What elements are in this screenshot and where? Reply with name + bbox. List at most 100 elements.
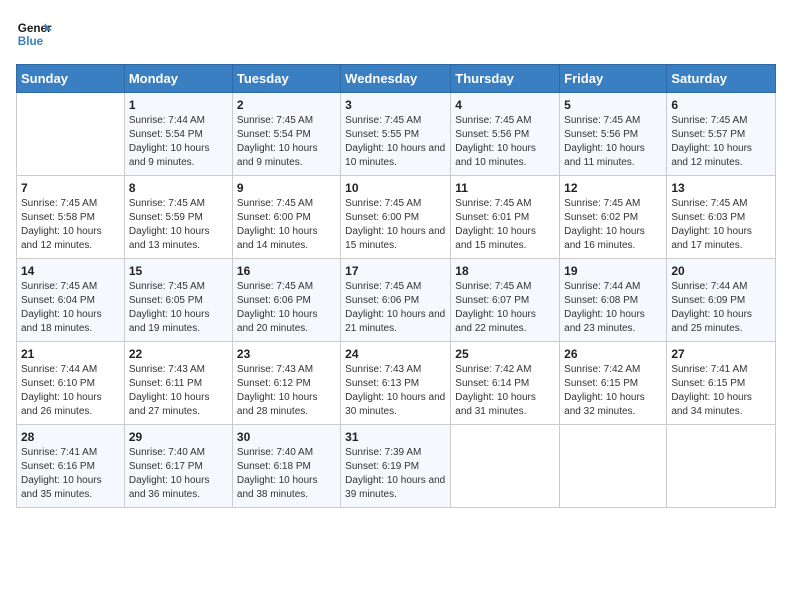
day-number: 12 [564, 181, 662, 195]
day-info: Sunrise: 7:44 AMSunset: 6:10 PMDaylight:… [21, 363, 120, 419]
day-info: Sunrise: 7:45 AMSunset: 5:56 PMDaylight:… [455, 114, 555, 170]
table-row: 12Sunrise: 7:45 AMSunset: 6:02 PMDayligh… [560, 176, 667, 259]
table-row: 24 Sunrise: 7:43 AMSunset: 6:13 PMDayligh… [341, 342, 451, 425]
day-number: 9 [237, 181, 336, 195]
day-number: 13 [671, 181, 771, 195]
table-row: 31 Sunrise: 7:39 AMSunset: 6:19 PMDayligh… [341, 425, 451, 508]
day-info: Sunrise: 7:45 AMSunset: 6:00 PMDaylight:… [237, 197, 336, 253]
logo-icon: General Blue [16, 16, 52, 52]
day-info: Sunrise: 7:40 AMSunset: 6:17 PMDaylight:… [129, 446, 228, 502]
day-number: 1 [129, 98, 228, 112]
day-info: Sunrise: 7:45 AMSunset: 6:05 PMDaylight:… [129, 280, 228, 336]
table-row: 16 Sunrise: 7:45 AMSunset: 6:06 PMDayligh… [232, 259, 340, 342]
table-row: 14 Sunrise: 7:45 AMSunset: 6:04 PMDayligh… [17, 259, 125, 342]
day-number: 14 [21, 264, 120, 278]
day-info: Sunrise: 7:41 AMSunset: 6:15 PMDaylight:… [671, 363, 771, 419]
header-friday: Friday [560, 65, 667, 93]
day-info: Sunrise: 7:45 AMSunset: 5:58 PMDaylight:… [21, 197, 120, 253]
day-number: 3 [345, 98, 446, 112]
table-row: 30Sunrise: 7:40 AMSunset: 6:18 PMDayligh… [232, 425, 340, 508]
day-info: Sunrise: 7:44 AMSunset: 5:54 PMDaylight:… [129, 114, 228, 170]
calendar-week-row: 21 Sunrise: 7:44 AMSunset: 6:10 PMDayligh… [17, 342, 776, 425]
table-row: 10 Sunrise: 7:45 AMSunset: 6:00 PMDayligh… [341, 176, 451, 259]
header-tuesday: Tuesday [232, 65, 340, 93]
table-row: 1 Sunrise: 7:44 AMSunset: 5:54 PMDaylight… [124, 93, 232, 176]
table-row: 9 Sunrise: 7:45 AMSunset: 6:00 PMDaylight… [232, 176, 340, 259]
day-info: Sunrise: 7:45 AMSunset: 6:00 PMDaylight:… [345, 197, 446, 253]
day-number: 5 [564, 98, 662, 112]
table-row: 3 Sunrise: 7:45 AMSunset: 5:55 PMDaylight… [341, 93, 451, 176]
day-number: 8 [129, 181, 228, 195]
day-number: 23 [237, 347, 336, 361]
day-info: Sunrise: 7:45 AMSunset: 5:55 PMDaylight:… [345, 114, 446, 170]
day-number: 4 [455, 98, 555, 112]
header: General Blue [16, 16, 776, 52]
header-sunday: Sunday [17, 65, 125, 93]
table-row: 17 Sunrise: 7:45 AMSunset: 6:06 PMDayligh… [341, 259, 451, 342]
day-info: Sunrise: 7:44 AMSunset: 6:09 PMDaylight:… [671, 280, 771, 336]
day-info: Sunrise: 7:43 AMSunset: 6:12 PMDaylight:… [237, 363, 336, 419]
table-row: 21 Sunrise: 7:44 AMSunset: 6:10 PMDayligh… [17, 342, 125, 425]
table-row: 19 Sunrise: 7:44 AMSunset: 6:08 PMDayligh… [560, 259, 667, 342]
day-info: Sunrise: 7:39 AMSunset: 6:19 PMDaylight:… [345, 446, 446, 502]
header-monday: Monday [124, 65, 232, 93]
calendar-week-row: 28 Sunrise: 7:41 AMSunset: 6:16 PMDayligh… [17, 425, 776, 508]
day-info: Sunrise: 7:45 AMSunset: 6:01 PMDaylight:… [455, 197, 555, 253]
day-info: Sunrise: 7:45 AMSunset: 6:06 PMDaylight:… [237, 280, 336, 336]
table-row: 26Sunrise: 7:42 AMSunset: 6:15 PMDayligh… [560, 342, 667, 425]
weekday-header-row: Sunday Monday Tuesday Wednesday Thursday… [17, 65, 776, 93]
day-number: 30 [237, 430, 336, 444]
day-info: Sunrise: 7:42 AMSunset: 6:14 PMDaylight:… [455, 363, 555, 419]
header-wednesday: Wednesday [341, 65, 451, 93]
logo: General Blue [16, 16, 58, 52]
day-info: Sunrise: 7:45 AMSunset: 6:06 PMDaylight:… [345, 280, 446, 336]
day-number: 27 [671, 347, 771, 361]
day-info: Sunrise: 7:43 AMSunset: 6:11 PMDaylight:… [129, 363, 228, 419]
svg-text:Blue: Blue [18, 35, 44, 48]
header-thursday: Thursday [451, 65, 560, 93]
day-number: 2 [237, 98, 336, 112]
day-number: 28 [21, 430, 120, 444]
table-row: 15Sunrise: 7:45 AMSunset: 6:05 PMDayligh… [124, 259, 232, 342]
calendar-table: Sunday Monday Tuesday Wednesday Thursday… [16, 64, 776, 508]
day-info: Sunrise: 7:45 AMSunset: 6:07 PMDaylight:… [455, 280, 555, 336]
day-number: 10 [345, 181, 446, 195]
day-info: Sunrise: 7:45 AMSunset: 6:04 PMDaylight:… [21, 280, 120, 336]
day-number: 29 [129, 430, 228, 444]
table-row: 13 Sunrise: 7:45 AMSunset: 6:03 PMDayligh… [667, 176, 776, 259]
day-number: 31 [345, 430, 446, 444]
table-row [17, 93, 125, 176]
table-row: 20Sunrise: 7:44 AMSunset: 6:09 PMDayligh… [667, 259, 776, 342]
day-number: 19 [564, 264, 662, 278]
table-row: 8 Sunrise: 7:45 AMSunset: 5:59 PMDaylight… [124, 176, 232, 259]
day-info: Sunrise: 7:43 AMSunset: 6:13 PMDaylight:… [345, 363, 446, 419]
table-row: 23 Sunrise: 7:43 AMSunset: 6:12 PMDayligh… [232, 342, 340, 425]
day-number: 22 [129, 347, 228, 361]
day-info: Sunrise: 7:45 AMSunset: 6:03 PMDaylight:… [671, 197, 771, 253]
table-row: 22 Sunrise: 7:43 AMSunset: 6:11 PMDayligh… [124, 342, 232, 425]
day-info: Sunrise: 7:42 AMSunset: 6:15 PMDaylight:… [564, 363, 662, 419]
day-number: 11 [455, 181, 555, 195]
day-info: Sunrise: 7:44 AMSunset: 6:08 PMDaylight:… [564, 280, 662, 336]
table-row: 27 Sunrise: 7:41 AMSunset: 6:15 PMDayligh… [667, 342, 776, 425]
day-number: 6 [671, 98, 771, 112]
day-number: 7 [21, 181, 120, 195]
day-number: 21 [21, 347, 120, 361]
day-info: Sunrise: 7:45 AMSunset: 5:54 PMDaylight:… [237, 114, 336, 170]
day-number: 25 [455, 347, 555, 361]
day-number: 24 [345, 347, 446, 361]
header-saturday: Saturday [667, 65, 776, 93]
day-info: Sunrise: 7:45 AMSunset: 5:57 PMDaylight:… [671, 114, 771, 170]
day-info: Sunrise: 7:45 AMSunset: 5:59 PMDaylight:… [129, 197, 228, 253]
table-row: 7 Sunrise: 7:45 AMSunset: 5:58 PMDaylight… [17, 176, 125, 259]
calendar-week-row: 14 Sunrise: 7:45 AMSunset: 6:04 PMDayligh… [17, 259, 776, 342]
day-info: Sunrise: 7:41 AMSunset: 6:16 PMDaylight:… [21, 446, 120, 502]
table-row: 6 Sunrise: 7:45 AMSunset: 5:57 PMDaylight… [667, 93, 776, 176]
table-row: 18Sunrise: 7:45 AMSunset: 6:07 PMDayligh… [451, 259, 560, 342]
table-row: 5 Sunrise: 7:45 AMSunset: 5:56 PMDaylight… [560, 93, 667, 176]
table-row: 11 Sunrise: 7:45 AMSunset: 6:01 PMDayligh… [451, 176, 560, 259]
day-info: Sunrise: 7:45 AMSunset: 5:56 PMDaylight:… [564, 114, 662, 170]
day-number: 16 [237, 264, 336, 278]
day-number: 17 [345, 264, 446, 278]
calendar-week-row: 1 Sunrise: 7:44 AMSunset: 5:54 PMDaylight… [17, 93, 776, 176]
